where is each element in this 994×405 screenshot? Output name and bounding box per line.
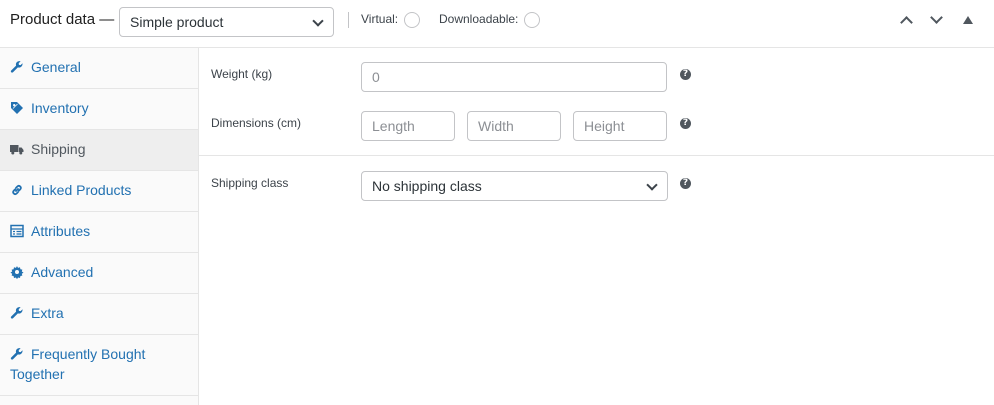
tab-label: Frequently Bought Together [10,346,146,382]
tag-icon [11,102,23,114]
help-icon: ? [680,178,691,189]
downloadable-checkbox[interactable] [524,12,540,28]
toggle-panel-button[interactable] [958,12,978,30]
tab-attributes[interactable]: Attributes [0,212,198,253]
product-data-tabs: General Inventory Shipping Linked Produc… [0,48,199,405]
product-data-title: Product data — [10,11,115,28]
move-up-button[interactable] [897,12,917,30]
shipping-class-value: No shipping class [372,178,482,194]
tab-label: Inventory [31,100,89,116]
truck-icon [10,145,24,155]
chevron-up-icon [900,16,913,29]
tab-frequently-bought-together[interactable]: Frequently Bought Together [0,335,198,396]
product-data-header: Product data — Simple product Virtual: D… [0,0,994,48]
tab-label: Shipping [31,141,86,157]
wrench-icon [10,61,23,73]
move-down-button[interactable] [927,11,947,30]
shipping-panel: Weight (kg) ? Dimensions (cm) ? Shipping… [199,48,994,405]
tab-label: Advanced [31,264,94,280]
length-input[interactable] [361,111,455,141]
product-type-select[interactable]: Simple product [119,7,334,37]
list-table-icon [10,224,24,238]
weight-label: Weight (kg) [211,67,273,81]
gear-icon [10,266,24,279]
wrench-icon [10,307,23,319]
weight-input[interactable] [361,62,667,92]
tab-label: Attributes [31,223,91,239]
downloadable-label: Downloadable: [439,12,519,26]
shipping-class-label: Shipping class [211,176,289,190]
help-icon: ? [680,69,691,80]
help-icon: ? [680,118,691,129]
tab-shipping[interactable]: Shipping [0,130,198,171]
product-type-value: Simple product [130,14,224,30]
chevron-down-icon [646,179,658,191]
chevron-down-icon [930,11,943,24]
triangle-up-icon [963,16,973,24]
tab-advanced[interactable]: Advanced [0,253,198,294]
width-input[interactable] [467,111,561,141]
dimensions-label: Dimensions (cm) [211,116,302,130]
tab-inventory[interactable]: Inventory [0,89,198,130]
virtual-label: Virtual: [361,12,399,26]
tab-label: General [31,59,81,75]
link-icon [12,185,22,195]
tab-label: Extra [31,305,64,321]
section-divider [199,155,994,156]
tab-label: Linked Products [31,182,132,198]
tab-extra[interactable]: Extra [0,294,198,335]
tab-general[interactable]: General [0,48,198,89]
header-separator [348,12,349,28]
virtual-checkbox[interactable] [404,12,420,28]
chevron-down-icon [312,15,324,27]
shipping-class-select[interactable]: No shipping class [361,171,668,201]
tab-linked-products[interactable]: Linked Products [0,171,198,212]
height-input[interactable] [573,111,667,141]
